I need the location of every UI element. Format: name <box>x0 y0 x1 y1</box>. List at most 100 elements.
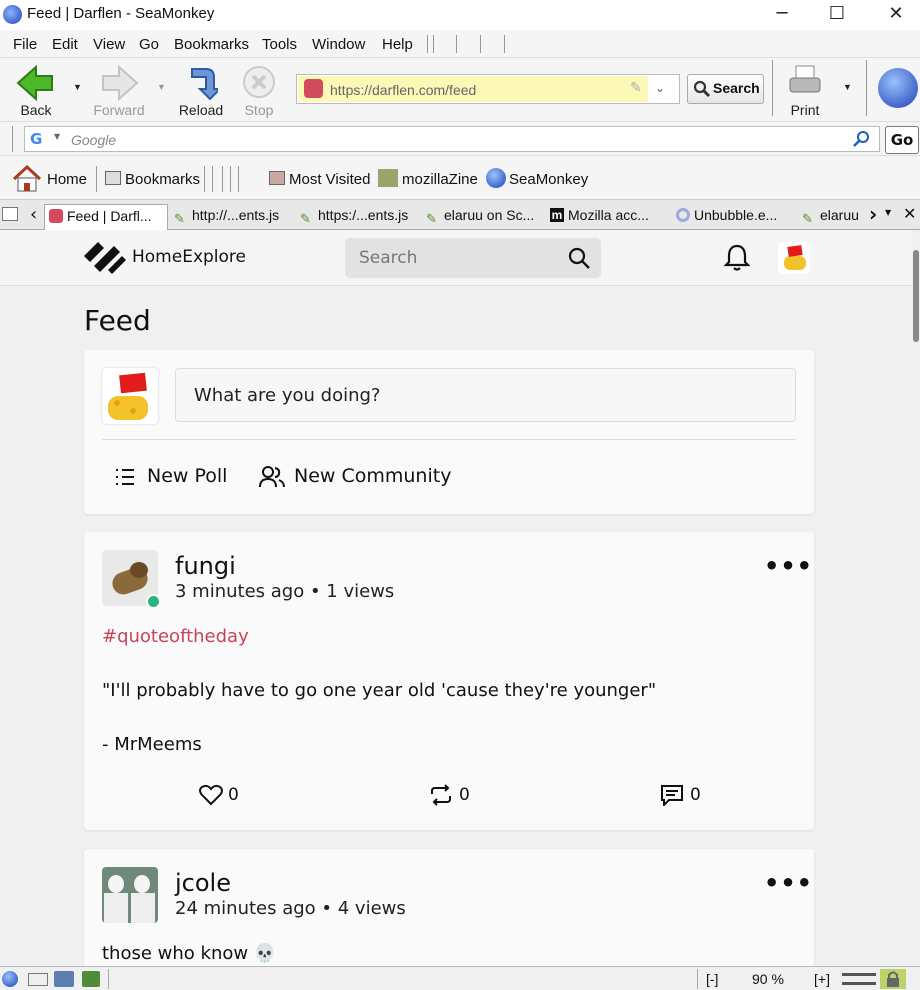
mail-icon[interactable] <box>28 973 48 986</box>
back-dropdown[interactable]: ▼ <box>70 62 84 122</box>
tab-mozilla-account[interactable]: m Mozilla acc... <box>546 204 670 230</box>
bookmark-mozillazine[interactable]: mozillaZine <box>402 171 478 188</box>
browser-icon[interactable] <box>2 971 18 987</box>
zoom-level[interactable]: 90 % <box>752 971 784 987</box>
seamonkey-throbber-icon[interactable] <box>878 68 918 108</box>
toolbar-grip <box>12 126 13 152</box>
tab-list-dropdown-icon[interactable]: ▼ <box>885 208 891 217</box>
mozillazine-icon <box>378 169 398 187</box>
post-username[interactable]: jcole <box>175 869 231 897</box>
new-tab-icon[interactable] <box>2 207 18 221</box>
print-dropdown[interactable]: ▼ <box>840 62 854 122</box>
menu-tools[interactable]: Tools <box>262 36 297 53</box>
back-button[interactable]: Back <box>10 62 62 122</box>
site-search-placeholder: Search <box>359 248 418 268</box>
user-avatar[interactable] <box>102 867 158 923</box>
tab-feed[interactable]: Feed | Darfl... <box>44 204 168 230</box>
bell-icon[interactable] <box>724 243 750 271</box>
post-username[interactable]: fungi <box>175 552 236 580</box>
minimize-button[interactable]: ─ <box>759 2 805 28</box>
repost-button[interactable]: 0 <box>429 783 479 809</box>
composer-input[interactable]: What are you doing? <box>175 368 796 422</box>
tab-label: Feed | Darfl... <box>67 208 152 224</box>
zoom-in-button[interactable]: [+] <box>814 971 830 987</box>
comment-count: 0 <box>690 785 701 805</box>
google-search-input[interactable]: G ▼ Google <box>24 126 880 152</box>
go-button[interactable]: Go <box>885 126 919 154</box>
tab-scroll-left-icon[interactable]: ‹ <box>30 204 37 225</box>
menu-divider <box>433 35 434 53</box>
reload-label: Reload <box>178 102 224 118</box>
repost-count: 0 <box>459 785 470 805</box>
window-title: Feed | Darflen - SeaMonkey <box>27 5 215 22</box>
reload-button[interactable]: Reload <box>174 62 228 122</box>
url-field[interactable]: https://darflen.com/feed ✎ <box>298 76 648 102</box>
bookmarks-menu-button[interactable]: Bookmarks <box>125 171 200 188</box>
menu-bookmarks[interactable]: Bookmarks <box>174 36 249 53</box>
url-bar[interactable]: https://darflen.com/feed ✎ ⌄ <box>296 74 680 104</box>
security-lock-icon[interactable] <box>880 969 906 989</box>
darflen-logo-icon[interactable] <box>82 240 126 274</box>
new-poll-button[interactable]: New Poll <box>114 462 234 492</box>
tab-http-ents-js[interactable]: ✎ http://...ents.js <box>170 204 292 230</box>
google-logo-icon: G <box>30 130 43 148</box>
composer-icon[interactable] <box>54 971 74 987</box>
scrollbar-thumb[interactable] <box>913 250 919 342</box>
menu-view[interactable]: View <box>93 36 125 53</box>
post-options-icon[interactable]: ••• <box>764 869 813 897</box>
edit-bookmark-icon[interactable]: ✎ <box>630 80 642 96</box>
folder-icon <box>105 171 121 185</box>
tab-unbubble[interactable]: Unbubble.e... <box>672 204 796 230</box>
menu-divider <box>427 35 428 53</box>
status-bar: [-] 90 % [+] <box>0 966 920 990</box>
search-button[interactable]: Search <box>687 74 764 104</box>
forward-label: Forward <box>93 102 145 118</box>
zoom-out-button[interactable]: [-] <box>706 971 718 987</box>
bookmark-seamonkey[interactable]: SeaMonkey <box>509 171 588 188</box>
menu-help[interactable]: Help <box>382 36 413 53</box>
print-button[interactable]: Print <box>780 62 830 122</box>
close-window-button[interactable]: ✕ <box>873 2 919 28</box>
address-book-icon[interactable] <box>82 971 100 987</box>
comment-button[interactable]: 0 <box>660 783 710 809</box>
site-search-input[interactable]: Search <box>345 238 601 278</box>
stop-icon <box>243 66 275 98</box>
online-connection-icon[interactable] <box>842 973 876 985</box>
profile-avatar[interactable] <box>778 242 810 274</box>
maximize-button[interactable]: ☐ <box>814 2 860 28</box>
menu-divider <box>480 35 481 53</box>
back-arrow-icon <box>16 64 53 102</box>
dropdown-arrow-icon: ▼ <box>843 82 852 92</box>
home-explore-link[interactable]: HomeExplore <box>132 247 246 267</box>
search-toolbar: G ▼ Google Go <box>0 122 920 156</box>
engine-dropdown-icon[interactable]: ▼ <box>54 132 60 141</box>
page-scrollbar[interactable] <box>912 230 920 966</box>
menu-go[interactable]: Go <box>139 36 159 53</box>
tab-scroll-right-icon[interactable]: › <box>869 202 877 226</box>
forward-dropdown[interactable]: ▼ <box>154 62 168 122</box>
tab-https-ents-js[interactable]: ✎ https:/...ents.js <box>296 204 418 230</box>
new-community-button[interactable]: New Community <box>259 462 451 492</box>
bookmark-divider <box>204 166 205 192</box>
bookmark-most-visited[interactable]: Most Visited <box>289 171 370 188</box>
menu-file[interactable]: File <box>13 36 37 53</box>
search-icon[interactable] <box>567 246 591 270</box>
tab-elaruu[interactable]: ✎ elaruu <box>798 204 868 230</box>
search-button-label: Search <box>713 80 760 96</box>
home-button[interactable]: Home <box>47 171 87 188</box>
menu-window[interactable]: Window <box>312 36 365 53</box>
forward-button[interactable]: Forward <box>88 62 150 122</box>
stop-label: Stop <box>244 102 274 118</box>
back-label: Back <box>20 102 52 118</box>
bookmark-divider <box>212 166 213 192</box>
url-history-dropdown-icon[interactable]: ⌄ <box>655 81 665 95</box>
close-tab-icon[interactable]: ✕ <box>903 204 916 223</box>
like-button[interactable]: 0 <box>199 783 249 809</box>
menu-edit[interactable]: Edit <box>52 36 78 53</box>
post-hashtag[interactable]: #quoteoftheday <box>102 626 249 647</box>
post-options-icon[interactable]: ••• <box>764 552 813 580</box>
tab-elaruu-sc[interactable]: ✎ elaruu on Sc... <box>422 204 544 230</box>
bookmark-divider <box>96 166 97 192</box>
search-magnifier-icon[interactable] <box>853 130 871 152</box>
stop-button[interactable]: Stop <box>236 62 282 122</box>
